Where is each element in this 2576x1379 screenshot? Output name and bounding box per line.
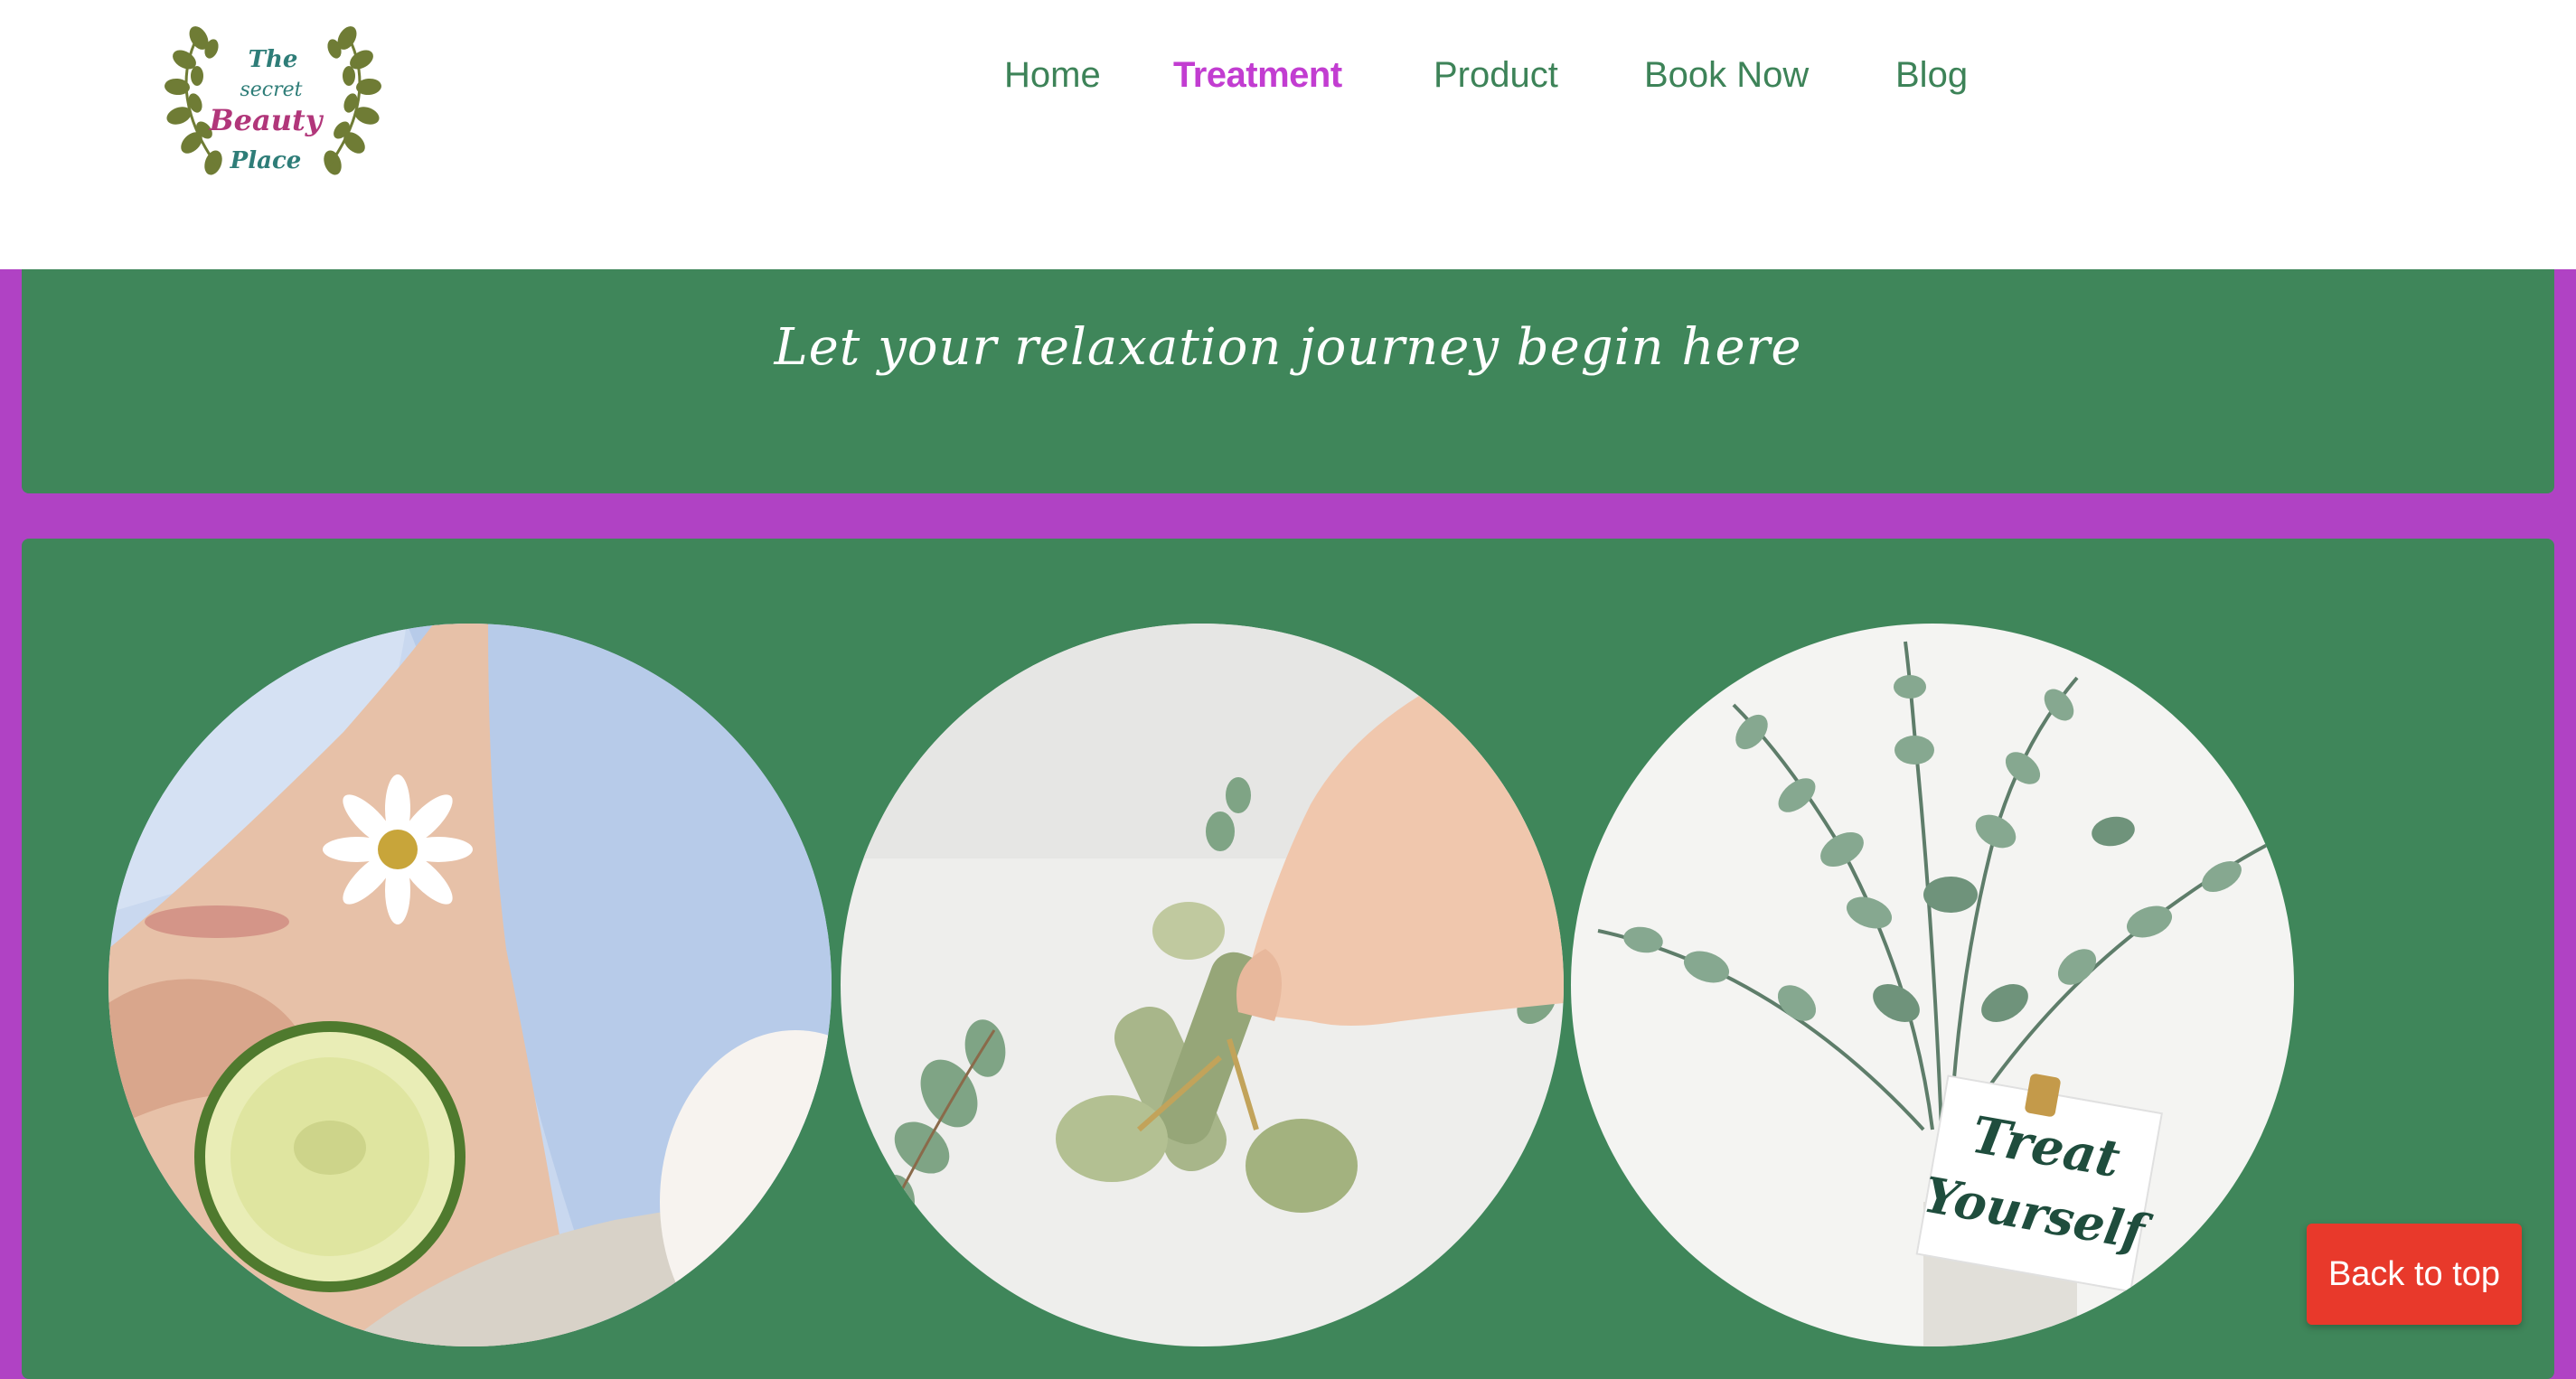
site-header: The secret Beauty Place Home Treatment P…	[0, 0, 2576, 269]
logo-text-beauty: Beauty	[209, 103, 324, 137]
banner-tagline: Let your relaxation journey begin here	[774, 318, 1802, 377]
nav-item-book-now[interactable]: Book Now	[1644, 52, 1809, 98]
site-logo[interactable]: The secret Beauty Place	[165, 13, 381, 181]
logo-text-place: Place	[230, 147, 302, 174]
jade-roller-image	[841, 624, 1564, 1346]
facial-cucumber-image	[108, 624, 832, 1346]
nav-item-treatment[interactable]: Treatment	[1173, 52, 1342, 98]
nav-item-blog[interactable]: Blog	[1895, 52, 1968, 98]
logo-text-secret: secret	[240, 79, 302, 101]
logo-text-the: The	[249, 46, 298, 73]
treat-yourself-image: Treat Yourself	[1571, 624, 2294, 1346]
treatment-gallery: Treat Yourself	[22, 539, 2554, 1379]
nav-item-home[interactable]: Home	[1004, 52, 1101, 98]
back-to-top-button[interactable]: Back to top	[2307, 1224, 2522, 1325]
nav-item-product[interactable]: Product	[1434, 52, 1558, 98]
hero-banner: Let your relaxation journey begin here	[22, 269, 2554, 493]
laurel-wreath-logo-icon: The secret Beauty Place	[165, 26, 381, 175]
